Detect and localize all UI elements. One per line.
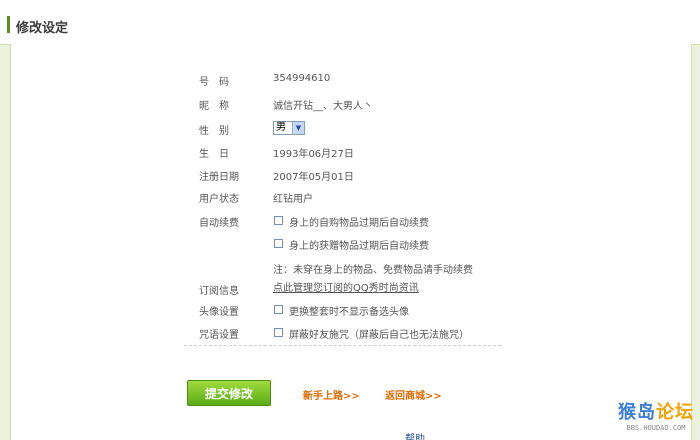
chevron-down-icon[interactable]: ▼ [292, 122, 304, 134]
regdate-row: 注册日期 2007年05月01日 [11, 168, 691, 186]
status-row: 用户状态 红钻用户 [11, 190, 691, 208]
auto-renew-row: 自动续费 身上的自购物品过期后自动续费 [11, 214, 691, 232]
renew-self-label: 身上的自购物品过期后自动续费 [289, 218, 429, 229]
auto-renew-label: 自动续费 [199, 218, 239, 229]
page-background: 修改设定 号 码 354994610 昵 称 诚信开钻__、大男人丶 性 别 男… [0, 0, 700, 440]
qq-number-row: 号 码 354994610 [11, 73, 691, 91]
curse-row: 咒语设置 屏蔽好友施咒（屏蔽后自己也无法施咒） [11, 326, 691, 344]
nickname-row: 昵 称 诚信开钻__、大男人丶 [11, 97, 691, 115]
avatar-row: 头像设置 更换整套时不显示备选头像 [11, 303, 691, 321]
subscribe-manage-link[interactable]: 点此管理您订阅的QQ秀时尚资讯 [273, 279, 419, 294]
submit-button[interactable]: 提交修改 [187, 380, 271, 406]
curse-label: 咒语设置 [199, 330, 239, 341]
page-title: 修改设定 [16, 21, 69, 36]
footer-help-text[interactable]: ……………………………………………………………………帮助 [145, 430, 475, 440]
curse-checkbox[interactable] [274, 328, 283, 337]
nickname-label: 昵 称 [199, 101, 229, 112]
birthday-label: 生 日 [199, 149, 229, 160]
gender-row: 性 别 男 ▼ [11, 121, 691, 140]
regdate-value: 2007年05月01日 [273, 172, 354, 183]
back-to-mall-link[interactable]: 返回商城>> [385, 387, 442, 402]
renew-gift-checkbox[interactable] [274, 239, 283, 248]
status-value: 红钻用户 [273, 194, 313, 205]
qq-number-label: 号 码 [199, 77, 229, 88]
subscribe-row: 订阅信息 点此管理您订阅的QQ秀时尚资讯 [11, 279, 691, 297]
gender-select[interactable]: 男 ▼ [273, 121, 305, 135]
curse-option-label: 屏蔽好友施咒（屏蔽后自己也无法施咒） [289, 330, 469, 341]
watermark-url: BBS.HOUDAO.COM [626, 424, 686, 432]
auto-renew-row-2: 身上的获赠物品过期后自动续费 [11, 237, 691, 255]
avatar-option-label: 更换整套时不显示备选头像 [289, 307, 409, 318]
header-accent-bar [7, 16, 10, 33]
birthday-row: 生 日 1993年06月27日 [11, 145, 691, 163]
renew-note-row: 注：未穿在身上的物品、免费物品请手动续费 [11, 261, 691, 279]
renew-self-checkbox[interactable] [274, 216, 283, 225]
nickname-value: 诚信开钻__、大男人丶 [273, 101, 373, 112]
settings-panel: 号 码 354994610 昵 称 诚信开钻__、大男人丶 性 别 男 ▼ 生 … [10, 44, 692, 440]
qq-number-value: 354994610 [273, 73, 331, 84]
status-label: 用户状态 [199, 194, 239, 205]
form-divider [184, 345, 501, 346]
newbie-guide-link[interactable]: 新手上路>> [303, 387, 360, 402]
site-watermark-logo: 猴岛论坛 BBS.HOUDAO.COM [618, 398, 694, 432]
gender-select-value: 男 [276, 122, 286, 133]
section-header: 修改设定 [0, 0, 700, 45]
regdate-label: 注册日期 [199, 172, 239, 183]
watermark-text: 猴岛论坛 [618, 402, 694, 423]
renew-gift-label: 身上的获赠物品过期后自动续费 [289, 241, 429, 252]
avatar-checkbox[interactable] [274, 305, 283, 314]
subscribe-label: 订阅信息 [199, 286, 239, 297]
birthday-value: 1993年06月27日 [273, 149, 354, 160]
gender-label: 性 别 [199, 126, 229, 137]
avatar-label: 头像设置 [199, 307, 239, 318]
renew-note: 注：未穿在身上的物品、免费物品请手动续费 [273, 265, 473, 276]
